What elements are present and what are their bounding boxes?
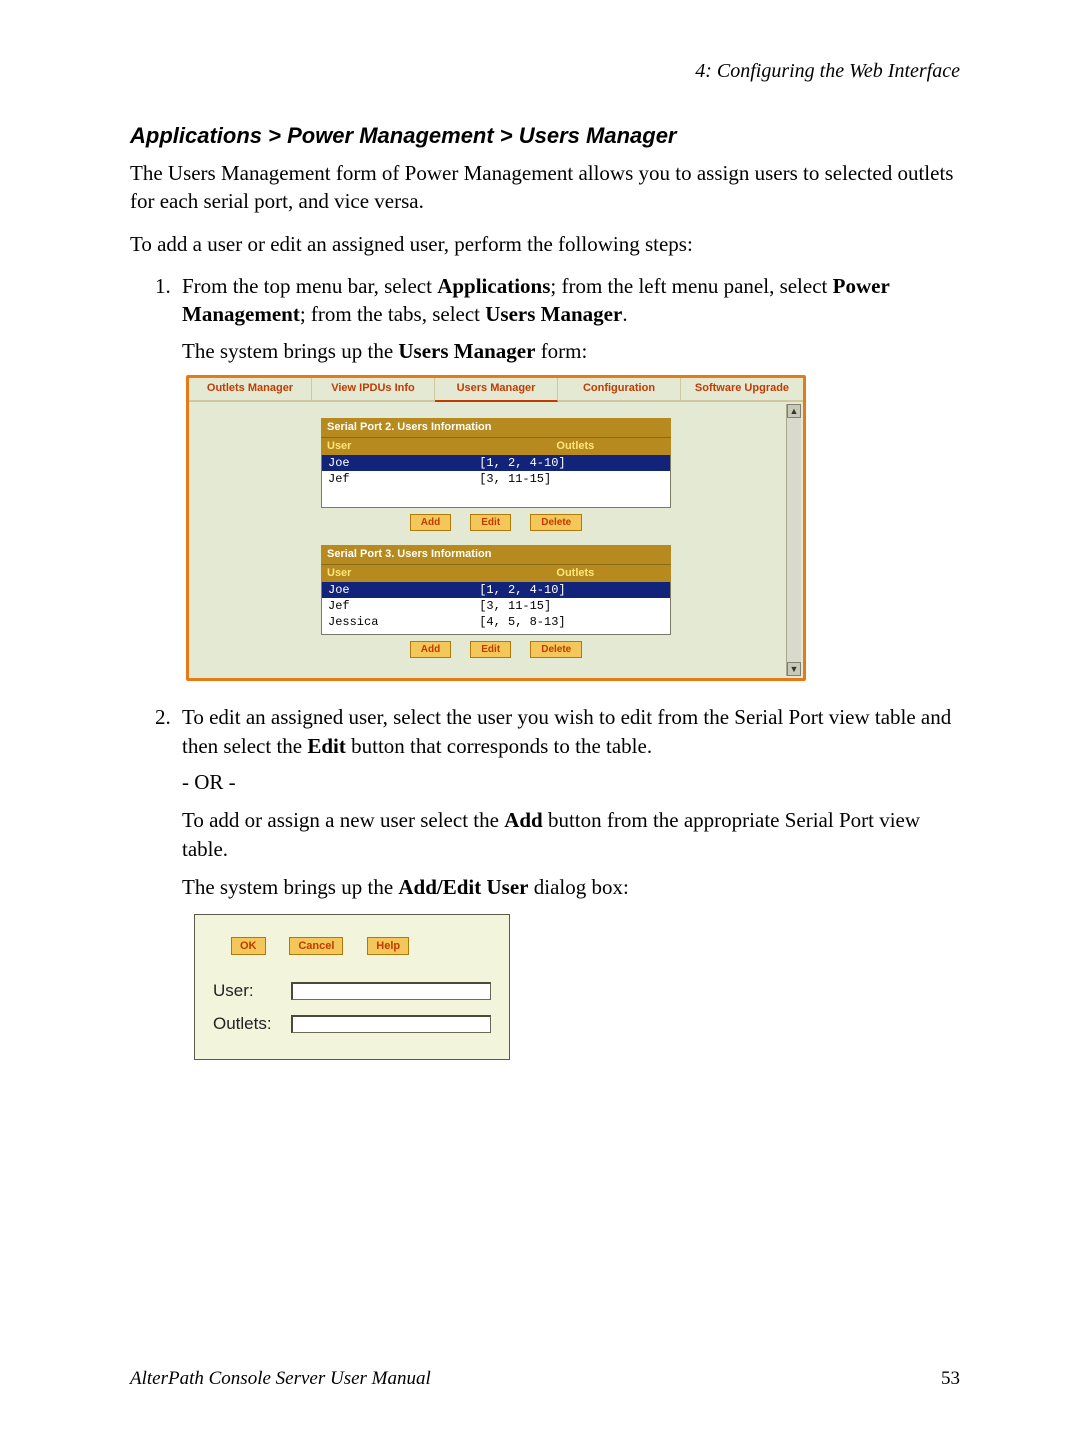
user-label: User: [213,980,291,1003]
users-manager-tabs: Outlets Manager View IPDUs Info Users Ma… [189,378,803,402]
tab-users-manager[interactable]: Users Manager [435,378,558,402]
cell-user: Jessica [328,614,479,630]
intro-paragraph-1: The Users Management form of Power Manag… [130,159,960,216]
outlets-label: Outlets: [213,1013,291,1036]
cell-user: Joe [328,582,479,598]
col-header-outlets: Outlets [480,438,671,455]
edit-button[interactable]: Edit [470,641,511,659]
serial-port-2-header: User Outlets [321,437,671,455]
scroll-up-icon[interactable]: ▲ [787,404,801,418]
outlets-field[interactable] [291,1015,491,1033]
step2-p1: To edit an assigned user, select the use… [182,705,951,757]
tab-outlets-manager[interactable]: Outlets Manager [189,378,312,400]
serial-port-2-title: Serial Port 2. Users Information [321,418,671,437]
running-head: 4: Configuring the Web Interface [130,60,960,83]
vertical-scrollbar[interactable]: ▲ ▼ [786,404,801,676]
add-button[interactable]: Add [410,514,451,532]
footer-manual-title: AlterPath Console Server User Manual [130,1368,431,1390]
col-header-user: User [321,438,480,455]
serial-port-2-panel: Serial Port 2. Users Information User Ou… [321,418,671,531]
cell-outlets: [4, 5, 8-13] [479,614,664,630]
table-row[interactable]: Jessica [4, 5, 8-13] [322,614,670,630]
table-row[interactable]: Joe [1, 2, 4-10] [322,582,670,598]
cell-outlets: [1, 2, 4-10] [479,582,664,598]
serial-port-2-rows[interactable]: Joe [1, 2, 4-10] Jef [3, 11-15] [321,455,671,508]
cell-user: Joe [328,455,479,471]
tab-configuration[interactable]: Configuration [558,378,681,400]
add-button[interactable]: Add [410,641,451,659]
tab-view-ipdus-info[interactable]: View IPDUs Info [312,378,435,400]
footer-page-number: 53 [941,1368,960,1390]
cell-outlets: [3, 11-15] [479,471,664,487]
users-manager-figure: Outlets Manager View IPDUs Info Users Ma… [186,375,806,681]
serial-port-3-panel: Serial Port 3. Users Information User Ou… [321,545,671,658]
cancel-button[interactable]: Cancel [289,937,343,956]
scroll-down-icon[interactable]: ▼ [787,662,801,676]
cell-outlets: [1, 2, 4-10] [479,455,664,471]
intro-paragraph-2: To add a user or edit an assigned user, … [130,230,960,258]
col-header-user: User [321,565,480,582]
delete-button[interactable]: Delete [530,514,582,532]
cell-user: Jef [328,471,479,487]
step1-result: The system brings up the Users Manager f… [182,337,960,365]
step2-p3: The system brings up the Add/Edit User d… [182,873,960,901]
table-row[interactable]: Joe [1, 2, 4-10] [322,455,670,471]
step1-text: From the top menu bar, select Applicatio… [182,274,889,326]
table-row[interactable]: Jef [3, 11-15] [322,471,670,487]
help-button[interactable]: Help [367,937,409,956]
edit-button[interactable]: Edit [470,514,511,532]
serial-port-3-header: User Outlets [321,564,671,582]
cell-user: Jef [328,598,479,614]
step2-p2: To add or assign a new user select the A… [182,806,960,863]
user-field[interactable] [291,982,491,1000]
serial-port-3-title: Serial Port 3. Users Information [321,545,671,564]
step-2: To edit an assigned user, select the use… [176,703,960,1059]
col-header-outlets: Outlets [480,565,671,582]
serial-port-3-rows[interactable]: Joe [1, 2, 4-10] Jef [3, 11-15] Jessica … [321,582,671,635]
delete-button[interactable]: Delete [530,641,582,659]
ok-button[interactable]: OK [231,937,266,956]
table-row[interactable]: Jef [3, 11-15] [322,598,670,614]
add-edit-user-dialog: OK Cancel Help User: Outlets: [194,914,510,1060]
tab-software-upgrade[interactable]: Software Upgrade [681,378,803,400]
section-title: Applications > Power Management > Users … [130,123,960,149]
cell-outlets: [3, 11-15] [479,598,664,614]
step2-or: - OR - [182,768,960,796]
step-1: From the top menu bar, select Applicatio… [176,272,960,681]
